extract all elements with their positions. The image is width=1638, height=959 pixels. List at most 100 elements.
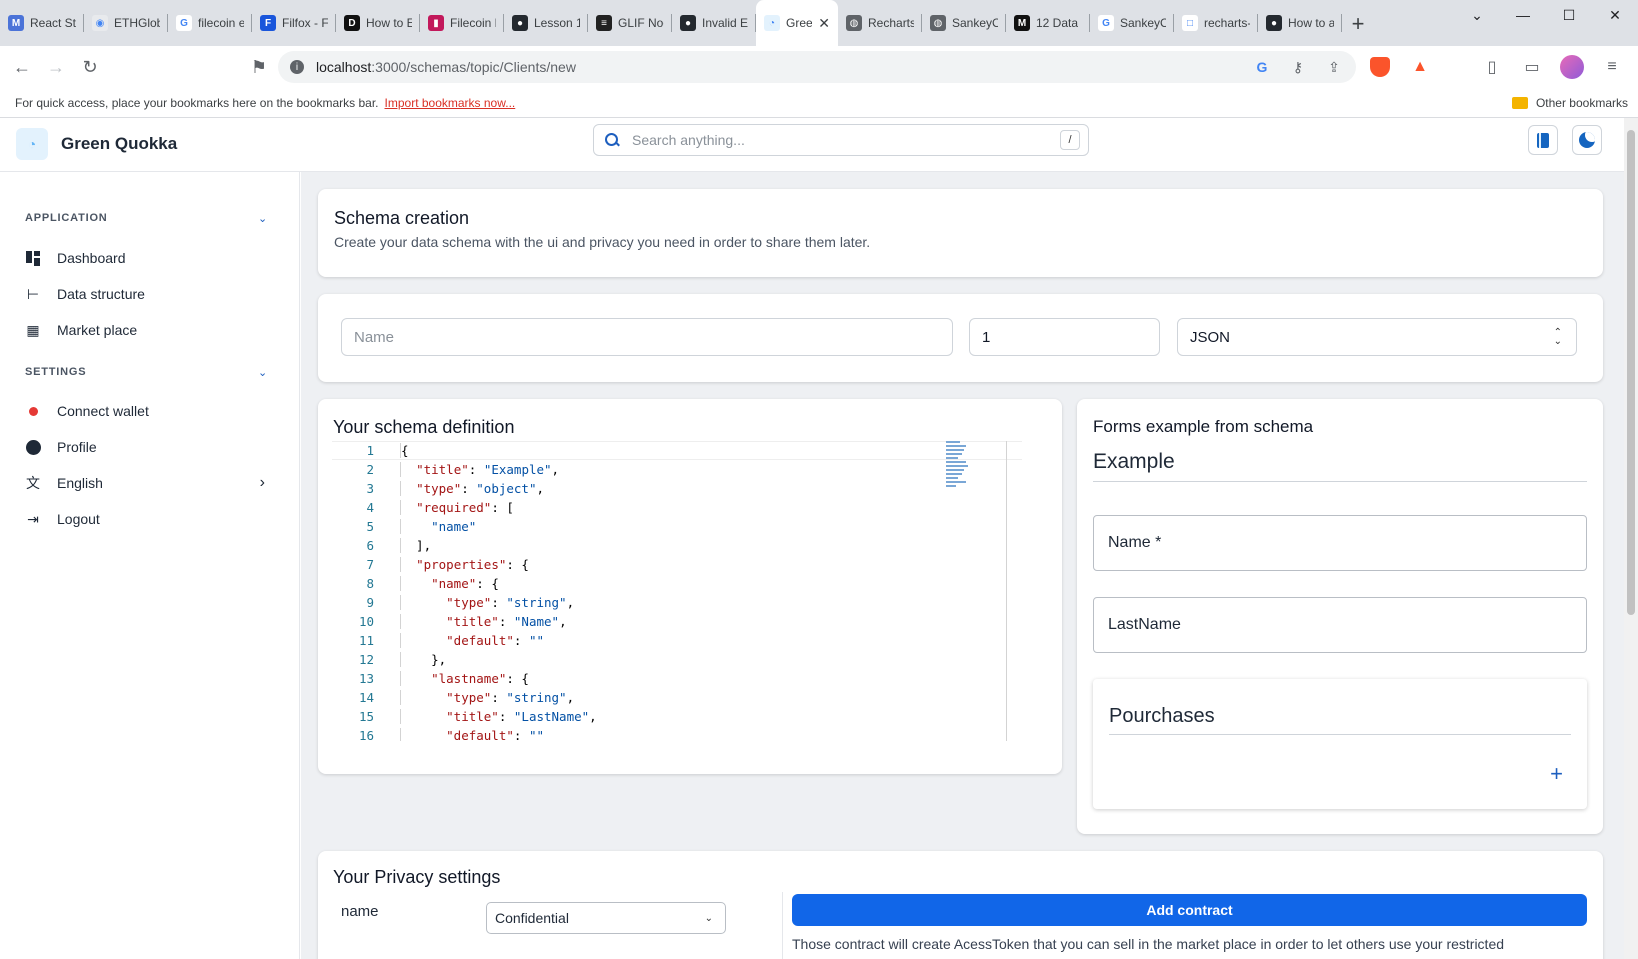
schema-format-select[interactable]: JSON ⌃ ⌄ — [1177, 318, 1577, 356]
code-line: 4 "required": [ — [332, 498, 1022, 517]
sidebar-item-language[interactable]: 文 English › — [25, 471, 275, 495]
brand-name: Green Quokka — [61, 134, 178, 153]
brave-shield-icon[interactable] — [1364, 51, 1396, 83]
bookmark-page-icon[interactable]: ⚑ — [243, 51, 275, 83]
forms-example-card: Forms example from schema Example Name *… — [1077, 399, 1603, 834]
search-input[interactable]: Search anything... / — [593, 124, 1089, 156]
google-icon[interactable]: G — [1252, 57, 1272, 77]
browser-tab[interactable]: ● How to a — [1258, 4, 1342, 42]
line-number: 14 — [358, 690, 374, 705]
browser-tab[interactable]: Gfilecoin e — [168, 4, 252, 42]
code-text: "name" — [400, 519, 476, 534]
maximize-icon[interactable]: ☐ — [1546, 0, 1592, 30]
browser-tab[interactable]: D How to E — [336, 4, 420, 42]
other-bookmarks[interactable]: Other bookmarks — [1511, 96, 1628, 110]
search-shortcut-key: / — [1060, 130, 1080, 150]
code-text: "type": "object", — [400, 481, 544, 496]
reload-icon[interactable]: ↻ — [74, 51, 106, 83]
favicon-icon: □ — [1182, 15, 1198, 31]
purchases-array-card: Pourchases + — [1093, 679, 1587, 809]
browser-tab[interactable]: F Filfox - F — [252, 4, 336, 42]
code-editor[interactable]: 1{2 "title": "Example", 3 "type": "object… — [332, 441, 1022, 741]
store-icon: ▦ — [26, 321, 40, 338]
browser-tab[interactable]: ≡ GLIF Noc — [588, 4, 672, 42]
favicon-icon: ◔ — [764, 15, 780, 31]
browser-tab[interactable]: ◔ Greer ✕ — [756, 0, 838, 46]
site-info-icon[interactable]: i — [290, 60, 304, 74]
forward-icon[interactable]: → — [40, 51, 72, 83]
line-number: 8 — [366, 576, 374, 591]
close-window-icon[interactable]: ✕ — [1592, 0, 1638, 30]
schema-version-input[interactable]: 1 — [969, 318, 1160, 356]
favicon-icon: F — [260, 15, 276, 31]
minimize-icon[interactable]: — — [1500, 0, 1546, 30]
key-icon[interactable]: ⚷ — [1288, 57, 1308, 77]
sidebar-item-data-structure[interactable]: ⊢ Data structure — [25, 282, 275, 306]
browser-tab[interactable]: ◍ SankeyC — [922, 4, 1006, 42]
sidebar-item-logout[interactable]: ⇥ Logout — [25, 507, 275, 531]
tab-search-icon[interactable]: ⌄ — [1454, 0, 1500, 30]
schema-name-input[interactable]: Name — [341, 318, 953, 356]
code-text: "lastname": { — [400, 671, 529, 686]
sidebar-item-market-place[interactable]: ▦ Market place — [25, 318, 275, 342]
favicon-icon: G — [176, 15, 192, 31]
logout-icon: ⇥ — [27, 510, 39, 527]
theme-toggle-button[interactable] — [1572, 125, 1602, 155]
favicon-icon: ▮ — [428, 15, 444, 31]
sidebar-item-dashboard[interactable]: Dashboard — [25, 246, 275, 270]
tab-label: How to E — [366, 16, 412, 30]
import-bookmarks-link[interactable]: Import bookmarks now... — [385, 96, 516, 110]
page-scrollbar[interactable] — [1624, 118, 1638, 959]
add-contract-button[interactable]: Add contract — [792, 894, 1587, 926]
browser-tab[interactable]: M 12 Data — [1006, 4, 1090, 42]
browser-tab[interactable]: G SankeyC — [1090, 4, 1174, 42]
chevron-down-icon[interactable]: ⌄ — [258, 366, 267, 379]
browser-tab[interactable]: □ recharts- — [1174, 4, 1258, 42]
page-subtitle: Create your data schema with the ui and … — [334, 234, 871, 250]
add-item-icon[interactable]: + — [1550, 761, 1563, 787]
editor-ruler — [1006, 441, 1007, 741]
line-number: 10 — [358, 614, 374, 629]
sidebar-item-profile[interactable]: Profile — [25, 435, 275, 459]
browser-menu-icon[interactable]: ≡ — [1596, 51, 1628, 83]
sidebar-item-connect-wallet[interactable]: Connect wallet — [25, 399, 275, 423]
favicon-icon: ≡ — [596, 15, 612, 31]
schema-meta-card: Name 1 JSON ⌃ ⌄ — [318, 294, 1603, 382]
close-tab-icon[interactable]: ✕ — [818, 15, 830, 32]
tab-label: SankeyC — [952, 16, 998, 30]
code-line: 12 }, — [332, 650, 1022, 669]
back-icon[interactable]: ← — [6, 51, 38, 83]
code-text: "default": "" — [400, 633, 544, 648]
privacy-level-select[interactable]: Confidential ⌄ — [486, 902, 726, 934]
form-lastname-input[interactable]: LastName — [1093, 597, 1587, 653]
profile-avatar[interactable] — [1556, 51, 1588, 83]
sidebar-toggle-icon[interactable]: ▯ — [1476, 51, 1508, 83]
translate-icon: 文 — [26, 475, 40, 491]
share-icon[interactable]: ⇪ — [1324, 57, 1344, 77]
line-number: 6 — [366, 538, 374, 553]
browser-tab[interactable]: ◍ Recharts — [838, 4, 922, 42]
favicon-icon: ● — [680, 15, 696, 31]
browser-tab[interactable]: M React Sta — [0, 4, 84, 42]
form-title: Example — [1093, 450, 1175, 473]
browser-tab[interactable]: ● Lesson 1 — [504, 4, 588, 42]
new-tab-icon[interactable]: + — [1342, 8, 1374, 40]
line-number: 15 — [358, 709, 374, 724]
code-text: "title": "Name", — [400, 614, 567, 629]
wallet-icon[interactable]: ▭ — [1516, 51, 1548, 83]
editor-minimap[interactable] — [946, 441, 970, 489]
chevron-down-icon[interactable]: ⌄ — [258, 212, 267, 225]
browser-tab[interactable]: ● Invalid El — [672, 4, 756, 42]
tab-label: SankeyC — [1120, 16, 1166, 30]
browser-tab[interactable]: ◉ ETHGlob — [84, 4, 168, 42]
brave-rewards-icon[interactable]: ▲ — [1404, 51, 1436, 83]
quokka-logo[interactable]: ◔ — [16, 128, 48, 160]
browser-tab[interactable]: ▮ Filecoin N — [420, 4, 504, 42]
favicon-icon: G — [1098, 15, 1114, 31]
form-name-input[interactable]: Name * — [1093, 515, 1587, 571]
docs-button[interactable] — [1528, 125, 1558, 155]
tab-label: React Sta — [30, 16, 76, 30]
code-text: ], — [400, 538, 432, 553]
line-number: 7 — [366, 557, 374, 572]
address-bar[interactable]: i localhost:3000/schemas/topic/Clients/n… — [278, 51, 1356, 83]
